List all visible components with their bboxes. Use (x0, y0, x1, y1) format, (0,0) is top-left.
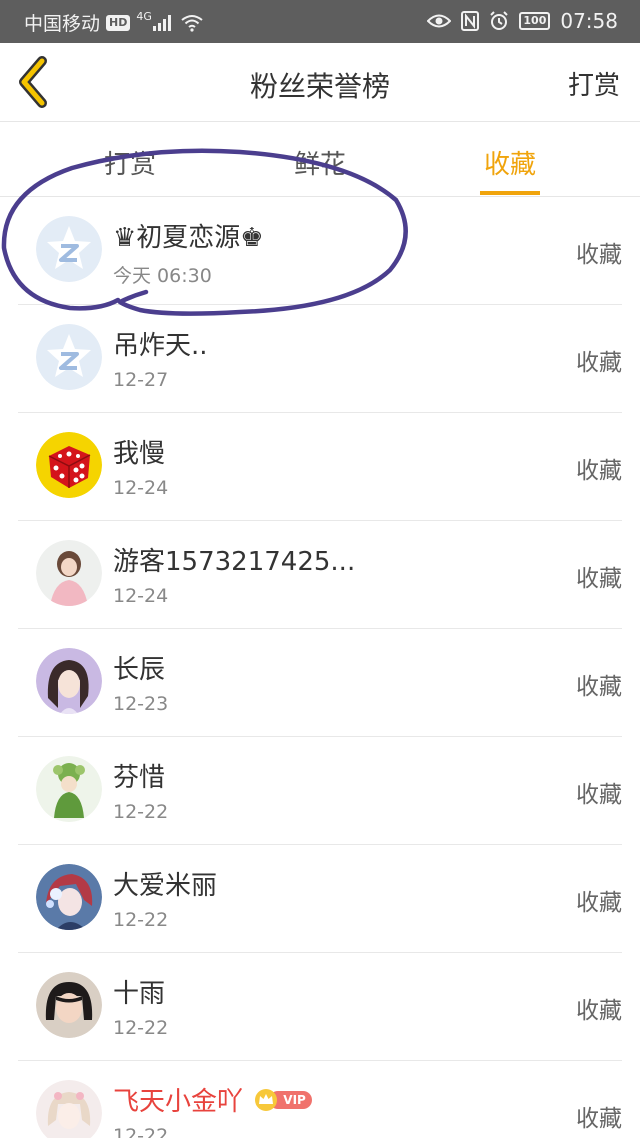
red-dice-avatar-icon (36, 432, 102, 498)
tab-label: 鲜花 (293, 150, 347, 180)
fan-name: 我慢 (113, 439, 166, 469)
avatar[interactable] (36, 324, 102, 390)
battery-icon: 100 (519, 12, 551, 30)
fan-date: 今天 06:30 (113, 265, 212, 287)
active-tab-indicator (479, 191, 540, 195)
tip-button[interactable]: 打赏 (568, 65, 620, 102)
avatar[interactable] (36, 540, 102, 606)
avatar[interactable] (36, 648, 102, 714)
list-item[interactable]: ♛初夏恋源♚ 今天 06:30 收藏 (18, 197, 622, 305)
fan-name: 十雨 (113, 979, 166, 1009)
favorite-label: 收藏 (576, 350, 622, 376)
vip-badge: VIP (253, 1088, 312, 1112)
list-item[interactable]: 十雨 12-22 收藏 (18, 953, 622, 1061)
carrier-name: 中国移动 (24, 13, 101, 35)
favorite-label: 收藏 (576, 458, 622, 484)
avatar[interactable] (36, 216, 102, 282)
wifi-icon (181, 14, 203, 32)
page: 中国移动 HD 4G 100 07:58 粉丝荣誉榜 打赏 打赏 鲜花 收藏 ♛… (0, 0, 640, 1138)
fan-date: 12-22 (113, 1017, 169, 1039)
favorite-label: 收藏 (576, 890, 622, 916)
list-item[interactable]: 芬惜 12-22 收藏 (18, 737, 622, 845)
child-photo-avatar-icon (36, 972, 102, 1038)
status-left: 中国移动 HD 4G (24, 9, 203, 36)
fan-name: ♛初夏恋源♚ (113, 223, 264, 253)
status-right: 100 07:58 (417, 9, 618, 33)
blue-anime-avatar-icon (36, 864, 102, 930)
favorite-label: 收藏 (576, 566, 622, 592)
fan-date: 12-22 (113, 909, 169, 931)
favorite-label: 收藏 (576, 782, 622, 808)
default-z-avatar-icon (36, 324, 102, 390)
tab-label: 收藏 (483, 150, 537, 180)
tab-bar: 打赏 鲜花 收藏 (0, 122, 640, 197)
fan-name: 游客1573217425... (113, 547, 356, 577)
green-character-avatar-icon (36, 756, 102, 822)
avatar[interactable] (36, 432, 102, 498)
signal-icon (152, 14, 173, 31)
fan-date: 12-23 (113, 693, 169, 715)
avatar[interactable] (36, 972, 102, 1038)
fan-date: 12-24 (113, 585, 169, 607)
crown-icon (255, 1088, 278, 1111)
default-z-avatar-icon (36, 216, 102, 282)
fan-name: 吊炸天.. (113, 331, 208, 361)
list-item[interactable]: 我慢 12-24 收藏 (18, 413, 622, 521)
list-item[interactable]: 长辰 12-23 收藏 (18, 629, 622, 737)
fan-list: ♛初夏恋源♚ 今天 06:30 收藏 吊炸天.. 12-27 收藏 我慢 12-… (0, 197, 640, 1138)
favorite-label: 收藏 (576, 242, 622, 268)
list-item[interactable]: 大爱米丽 12-22 收藏 (18, 845, 622, 953)
anime-girl-avatar-icon (36, 648, 102, 714)
fan-date: 12-22 (113, 801, 169, 823)
eye-icon (427, 14, 452, 28)
hd-badge: HD (106, 14, 131, 31)
fan-date: 12-27 (113, 369, 169, 391)
fan-date: 12-22 (113, 1125, 169, 1138)
header-bar: 粉丝荣誉榜 打赏 (0, 43, 640, 122)
favorite-label: 收藏 (576, 998, 622, 1024)
tab-tip[interactable]: 打赏 (104, 144, 156, 181)
fan-date: 12-24 (113, 477, 169, 499)
status-bar: 中国移动 HD 4G 100 07:58 (0, 0, 640, 43)
avatar[interactable] (36, 756, 102, 822)
favorite-label: 收藏 (576, 674, 622, 700)
fan-name: 长辰 (113, 655, 166, 685)
fan-name: 飞天小金吖 VIP (113, 1081, 312, 1118)
nfc-icon (461, 11, 480, 31)
tab-flowers[interactable]: 鲜花 (294, 144, 346, 181)
clock-time: 07:58 (560, 9, 618, 33)
fan-name: 大爱米丽 (113, 871, 218, 901)
tab-favorites[interactable]: 收藏 (479, 144, 540, 195)
list-item[interactable]: 吊炸天.. 12-27 收藏 (18, 305, 622, 413)
avatar[interactable] (36, 1080, 102, 1138)
page-title: 粉丝荣誉榜 (249, 70, 390, 103)
favorite-label: 收藏 (576, 1106, 622, 1132)
tab-label: 打赏 (103, 150, 157, 180)
avatar[interactable] (36, 864, 102, 930)
pink-anime-avatar-icon (36, 1080, 102, 1138)
alarm-icon (490, 11, 509, 30)
girl-photo-avatar-icon (36, 540, 102, 606)
fan-name: 芬惜 (113, 763, 166, 793)
list-item[interactable]: 游客1573217425... 12-24 收藏 (18, 521, 622, 629)
list-item[interactable]: 飞天小金吖 VIP 12-22 收藏 (18, 1061, 622, 1138)
network-type: 4G (136, 10, 152, 23)
fan-name-text: 飞天小金吖 (113, 1087, 244, 1117)
